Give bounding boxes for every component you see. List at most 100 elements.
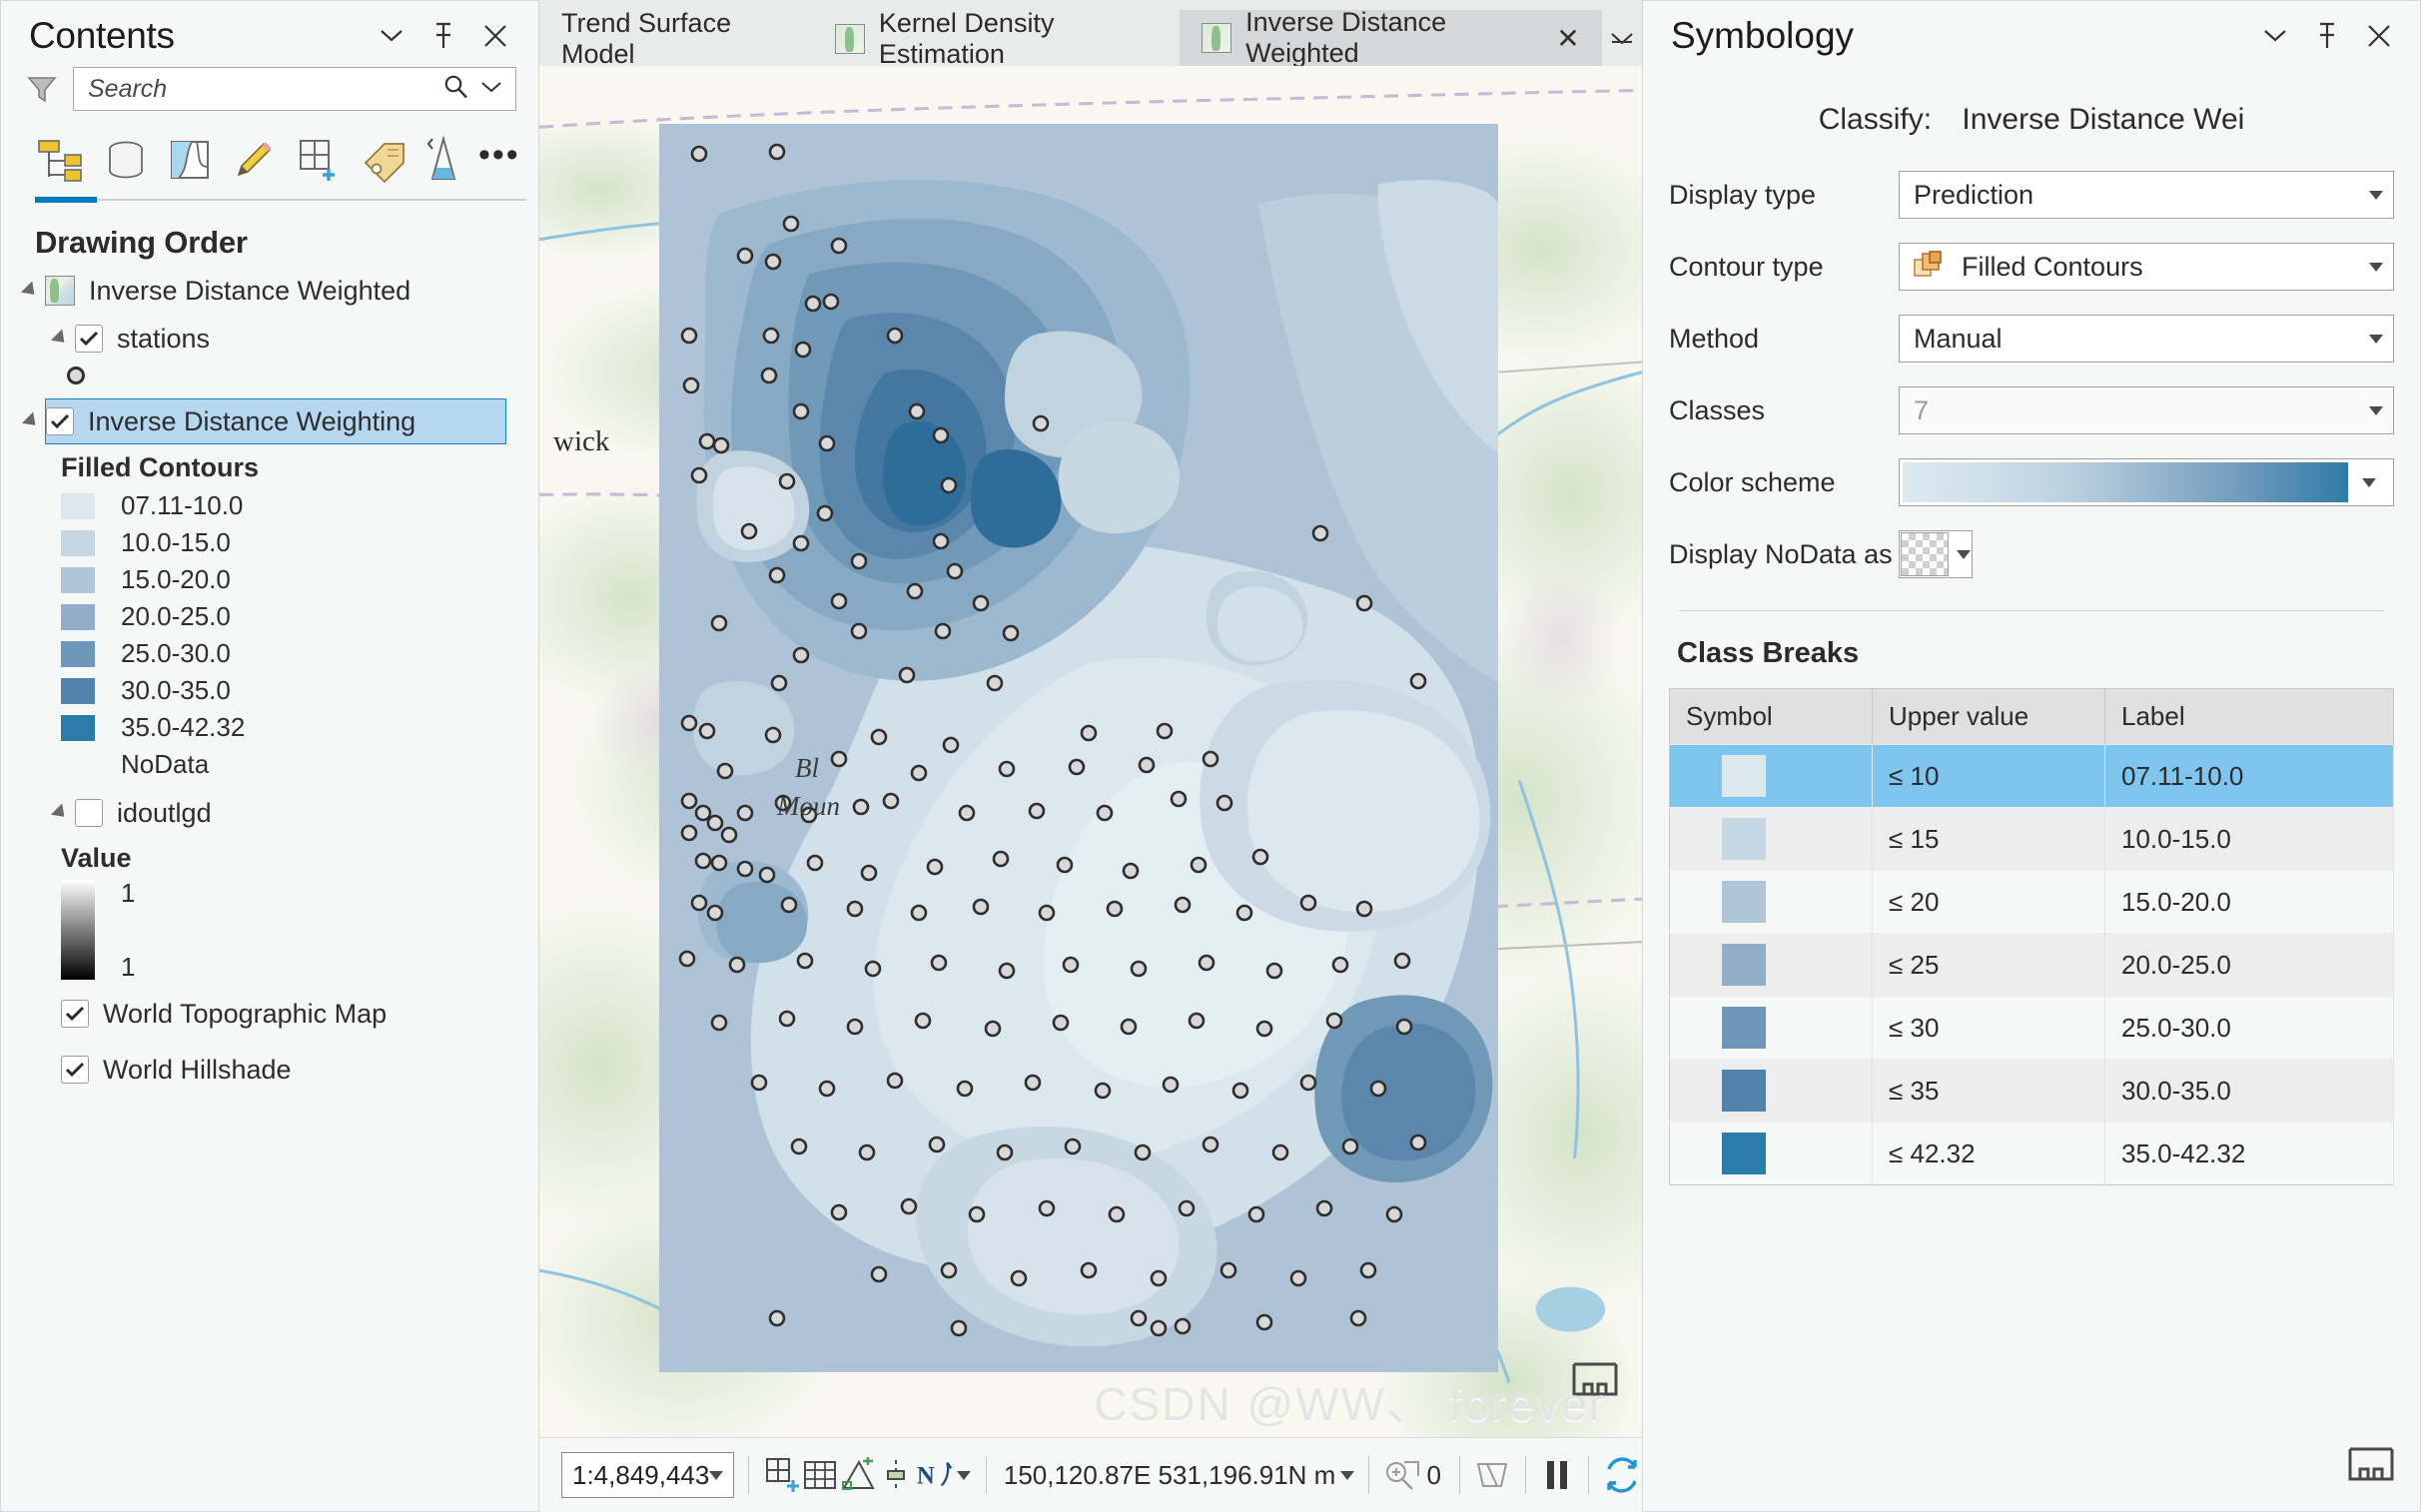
class-break-swatch[interactable]	[1722, 1007, 1766, 1049]
toc-item-idw[interactable]: Inverse Distance Weighting	[21, 398, 506, 444]
row-label[interactable]: 30.0-35.0	[2104, 1059, 2394, 1123]
filter-icon[interactable]	[23, 70, 61, 108]
column-header-upper-value[interactable]: Upper value	[1872, 688, 2105, 745]
idoutlgd-checkbox[interactable]	[75, 799, 103, 827]
chevron-down-icon[interactable]	[709, 1470, 724, 1480]
row-upper-value[interactable]: ≤ 15	[1872, 807, 2105, 871]
row-label[interactable]: 20.0-25.0	[2104, 933, 2394, 997]
stations-checkbox[interactable]	[75, 325, 103, 353]
toc-item-map[interactable]: Inverse Distance Weighted	[1, 271, 538, 311]
color-scheme-select[interactable]	[1899, 458, 2394, 506]
row-symbol-cell[interactable]	[1669, 933, 1873, 997]
expander-triangle-icon[interactable]	[45, 329, 75, 349]
row-symbol-cell[interactable]	[1669, 870, 1873, 934]
classes-select[interactable]: 7	[1899, 386, 2394, 434]
list-by-data-source-icon[interactable]	[103, 134, 149, 186]
list-by-selection-icon[interactable]	[167, 134, 213, 186]
row-upper-value[interactable]: ≤ 25	[1872, 933, 2105, 997]
row-upper-value[interactable]: ≤ 35	[1872, 1059, 2105, 1123]
scale-box[interactable]: 1:4,849,443	[561, 1452, 735, 1498]
close-icon[interactable]	[480, 21, 510, 51]
chevron-down-icon[interactable]	[2369, 334, 2383, 344]
class-break-swatch[interactable]	[1722, 944, 1766, 986]
search-input[interactable]	[74, 68, 441, 110]
tab-overflow-chevron-icon[interactable]	[1602, 12, 1642, 66]
row-symbol-cell[interactable]	[1669, 1122, 1873, 1185]
toc-item-stations[interactable]: stations	[1, 319, 538, 359]
clear-selection-icon[interactable]	[1473, 1454, 1511, 1496]
toc-item-world-hillshade[interactable]: World Hillshade	[1, 1042, 538, 1098]
tab-kernel-density-estimation[interactable]: Kernel Density Estimation	[813, 8, 1180, 69]
map-overview-icon[interactable]	[1572, 1360, 1618, 1400]
row-label[interactable]: 07.11-10.0	[2104, 744, 2394, 808]
chevron-down-icon[interactable]	[377, 21, 406, 51]
table-row[interactable]: ≤ 15 10.0-15.0	[1669, 807, 2394, 871]
world-hillshade-checkbox[interactable]	[61, 1056, 89, 1084]
row-symbol-cell[interactable]	[1669, 744, 1873, 808]
row-upper-value[interactable]: ≤ 30	[1872, 996, 2105, 1060]
zoom-selection-icon[interactable]	[1382, 1454, 1422, 1496]
list-by-drawing-order-icon[interactable]	[35, 134, 85, 186]
list-by-editing-icon[interactable]	[231, 134, 277, 186]
grid-icon[interactable]	[801, 1454, 839, 1496]
explore-icon[interactable]	[877, 1454, 915, 1496]
close-icon[interactable]: ✕	[1546, 22, 1579, 55]
row-upper-value[interactable]: ≤ 20	[1872, 870, 2105, 934]
table-row[interactable]: ≤ 20 15.0-20.0	[1669, 870, 2394, 934]
table-row[interactable]: ≤ 25 20.0-25.0	[1669, 933, 2394, 997]
table-row[interactable]: ≤ 42.32 35.0-42.32	[1669, 1122, 2394, 1185]
chevron-down-icon[interactable]	[1957, 549, 1971, 559]
pause-drawing-icon[interactable]	[1540, 1454, 1574, 1496]
symbology-overview-icon[interactable]	[2348, 1445, 2394, 1485]
north-arrow-icon[interactable]: N	[915, 1454, 957, 1496]
expander-triangle-icon[interactable]	[15, 281, 45, 301]
class-break-swatch[interactable]	[1722, 755, 1766, 797]
measure-icon[interactable]	[839, 1454, 877, 1496]
column-header-symbol[interactable]: Symbol	[1669, 688, 1873, 745]
search-icon[interactable]	[441, 73, 469, 106]
idw-checkbox[interactable]	[46, 407, 74, 435]
expander-triangle-icon[interactable]	[16, 411, 46, 431]
list-by-charts-icon[interactable]	[426, 134, 460, 186]
expander-triangle-icon[interactable]	[45, 803, 75, 823]
class-break-swatch[interactable]	[1722, 1070, 1766, 1112]
row-symbol-cell[interactable]	[1669, 1059, 1873, 1123]
chevron-down-icon[interactable]	[2260, 21, 2290, 51]
coordinates-units-chevron-icon[interactable]	[1339, 1454, 1354, 1496]
pin-icon[interactable]	[428, 21, 458, 51]
refresh-icon[interactable]	[1602, 1454, 1642, 1496]
chevron-down-icon[interactable]	[2369, 262, 2383, 272]
contour-type-select[interactable]: Filled Contours	[1899, 243, 2394, 291]
close-icon[interactable]	[2364, 21, 2394, 51]
pin-icon[interactable]	[2312, 21, 2342, 51]
class-break-swatch[interactable]	[1722, 1133, 1766, 1174]
display-nodata-select[interactable]	[1899, 530, 1973, 578]
chevron-down-icon[interactable]	[2348, 477, 2390, 487]
display-type-select[interactable]: Prediction	[1899, 171, 2394, 219]
toc-item-world-topographic-map[interactable]: World Topographic Map	[1, 986, 538, 1042]
map-view[interactable]: wick Bl Moun Monta Absar Ran ky Mountain…	[539, 66, 1642, 1512]
table-row[interactable]: ≤ 10 07.11-10.0	[1669, 744, 2394, 808]
row-label[interactable]: 15.0-20.0	[2104, 870, 2394, 934]
class-break-swatch[interactable]	[1722, 818, 1766, 860]
add-grid-icon[interactable]	[763, 1454, 801, 1496]
chevron-down-icon[interactable]	[2369, 190, 2383, 200]
row-upper-value[interactable]: ≤ 42.32	[1872, 1122, 2105, 1185]
column-header-label[interactable]: Label	[2104, 688, 2394, 745]
more-icon[interactable]: •••	[478, 129, 520, 191]
more-caret-icon[interactable]	[957, 1454, 972, 1496]
chevron-down-icon[interactable]	[2369, 405, 2383, 415]
table-row[interactable]: ≤ 30 25.0-30.0	[1669, 996, 2394, 1060]
tab-trend-surface-model[interactable]: Trend Surface Model	[539, 8, 813, 69]
tab-inverse-distance-weighted[interactable]: Inverse Distance Weighted ✕	[1180, 7, 1602, 68]
search-box[interactable]	[73, 67, 516, 111]
method-select[interactable]: Manual	[1899, 315, 2394, 363]
list-by-snapping-icon[interactable]	[295, 134, 343, 186]
row-symbol-cell[interactable]	[1669, 807, 1873, 871]
row-upper-value[interactable]: ≤ 10	[1872, 744, 2105, 808]
table-row[interactable]: ≤ 35 30.0-35.0	[1669, 1059, 2394, 1123]
search-options-chevron-icon[interactable]	[479, 79, 503, 100]
row-label[interactable]: 35.0-42.32	[2104, 1122, 2394, 1185]
list-by-labeling-icon[interactable]	[361, 134, 408, 186]
world-topographic-map-checkbox[interactable]	[61, 1000, 89, 1028]
